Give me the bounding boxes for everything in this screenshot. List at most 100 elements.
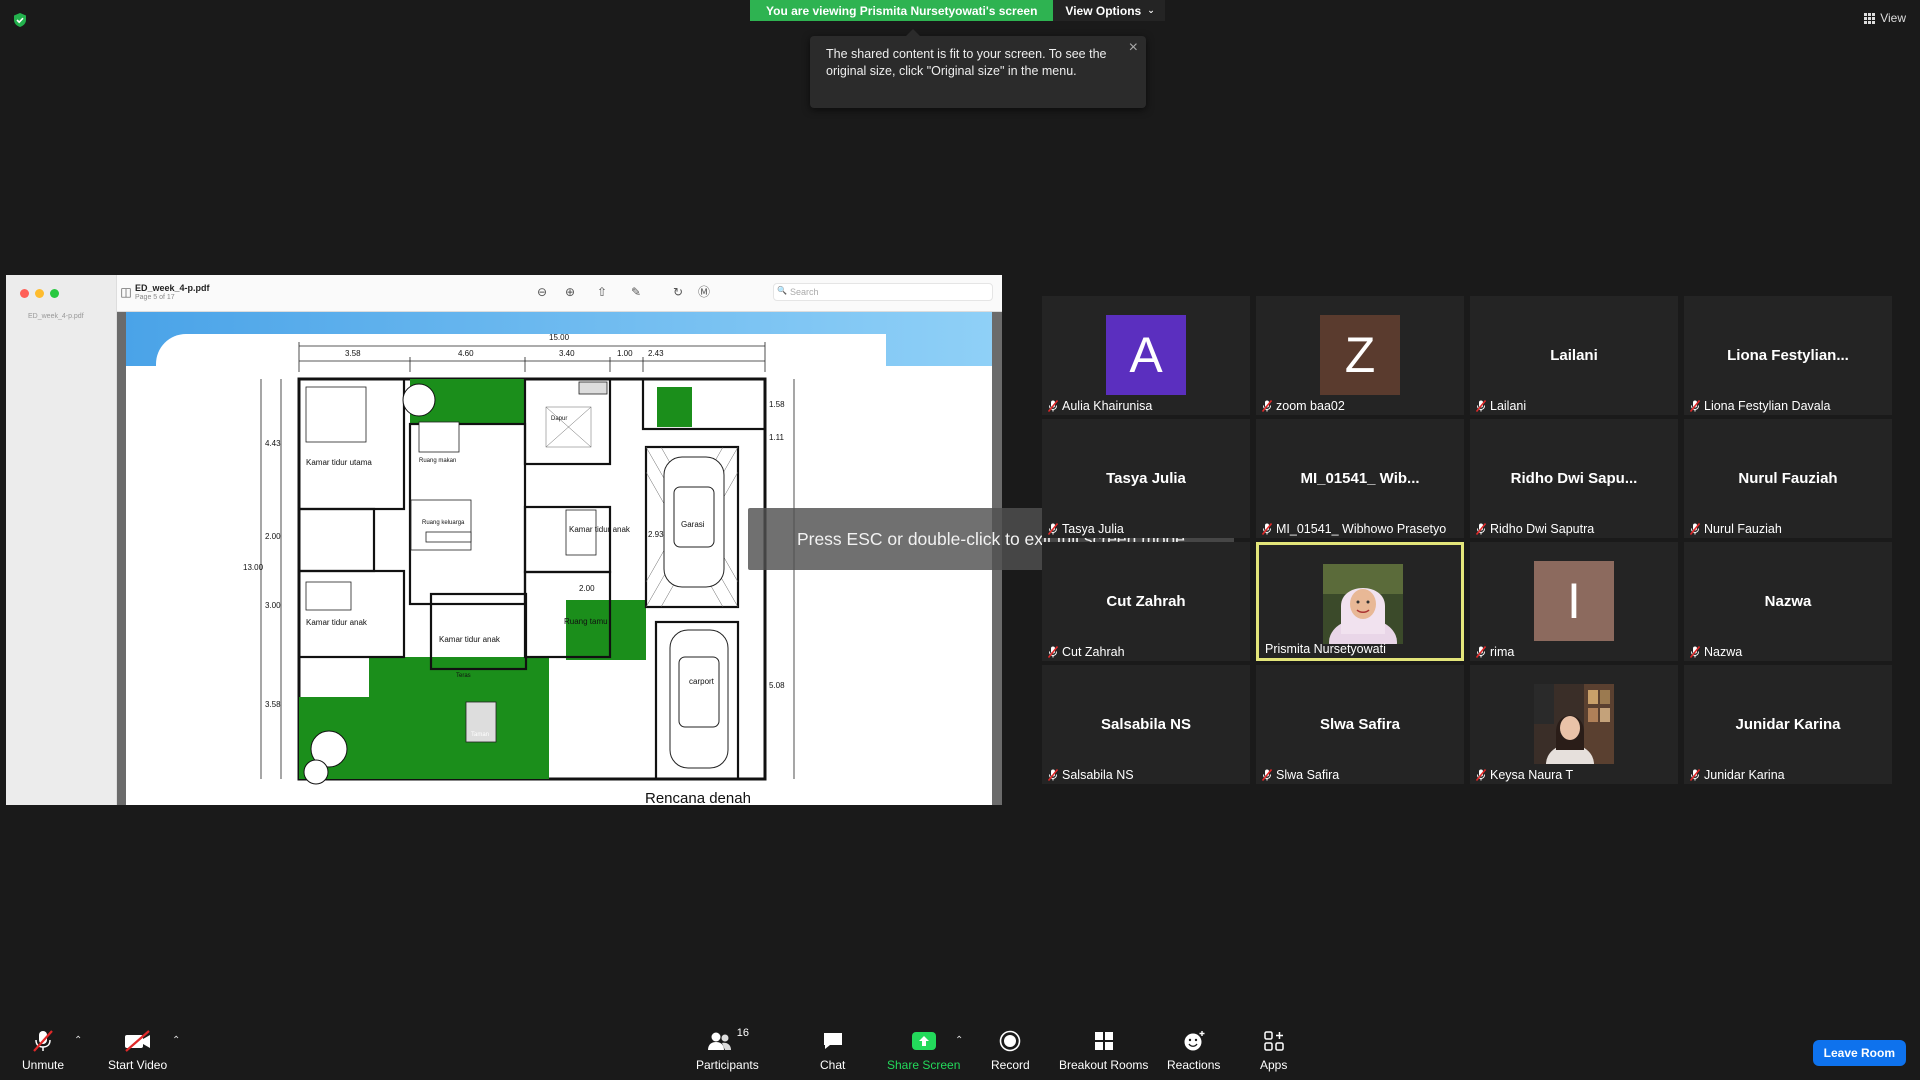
dim-left-3: 3.00 xyxy=(265,601,281,610)
room-label: Kamar tidur anak xyxy=(569,525,631,534)
pdf-sidebar: ED_week_4-p.pdf xyxy=(6,275,117,805)
participants-count: 16 xyxy=(736,1027,749,1039)
participant-tile[interactable]: Zzoom baa02 xyxy=(1256,296,1464,415)
participant-display-name: Tasya Julia xyxy=(1106,470,1186,487)
reactions-button[interactable]: Reactions xyxy=(1167,1027,1220,1072)
participant-name-label: MI_01541_ Wibhowo Prasetyo xyxy=(1262,522,1446,536)
participant-name: Aulia Khairunisa xyxy=(1062,399,1153,413)
microphone-muted-icon xyxy=(1048,646,1058,658)
security-shield-icon[interactable] xyxy=(12,12,28,28)
view-options-button[interactable]: View Options ⌄ xyxy=(1053,0,1165,21)
participant-tile[interactable]: Irima xyxy=(1470,542,1678,661)
participant-name: Liona Festylian Davala xyxy=(1704,399,1831,413)
participant-tile[interactable]: A Aulia Khairunisa xyxy=(1042,296,1250,415)
share-options-caret-icon[interactable]: ⌃ xyxy=(955,1035,963,1046)
zoom-window-dot[interactable] xyxy=(50,289,59,298)
close-window-dot[interactable] xyxy=(20,289,29,298)
dim-left-1: 4.43 xyxy=(265,439,281,448)
participant-tile[interactable]: Prismita Nursetyowati xyxy=(1256,542,1464,661)
view-button[interactable]: View xyxy=(1864,11,1906,25)
breakout-rooms-label: Breakout Rooms xyxy=(1059,1058,1149,1072)
record-button[interactable]: Record xyxy=(991,1027,1030,1072)
participant-name-label: Cut Zahrah xyxy=(1048,645,1125,659)
apps-label: Apps xyxy=(1260,1058,1288,1072)
participant-name-label: Junidar Karina xyxy=(1690,768,1785,782)
participant-name: Slwa Safira xyxy=(1276,768,1340,782)
dim-right-2: 1.11 xyxy=(769,433,785,442)
participant-tile[interactable]: Lailani Lailani xyxy=(1470,296,1678,415)
participant-name: MI_01541_ Wibhowo Prasetyo xyxy=(1276,522,1447,536)
participant-name-label: Ridho Dwi Saputra xyxy=(1476,522,1594,536)
start-video-button[interactable]: Start Video xyxy=(108,1027,167,1072)
microphone-muted-icon xyxy=(1048,400,1058,412)
leave-room-button[interactable]: Leave Room xyxy=(1812,1040,1906,1066)
breakout-rooms-icon xyxy=(1093,1027,1115,1055)
participant-name: zoom baa02 xyxy=(1276,399,1345,413)
share-screen-button[interactable]: Share Screen xyxy=(887,1027,960,1072)
participant-name: Tasya Julia xyxy=(1062,522,1124,536)
participant-tile[interactable]: Salsabila NS Salsabila NS xyxy=(1042,665,1250,784)
participant-display-name: Liona Festylian... xyxy=(1727,347,1849,364)
room-label: Garasi xyxy=(681,520,705,529)
participant-tile[interactable]: Keysa Naura T xyxy=(1470,665,1678,784)
dim-label: 2.00 xyxy=(579,584,595,593)
record-icon xyxy=(999,1027,1021,1055)
breakout-rooms-button[interactable]: Breakout Rooms xyxy=(1059,1027,1148,1072)
unmute-button[interactable]: Unmute xyxy=(22,1027,64,1072)
annotate-icon[interactable]: Ⓜ xyxy=(697,285,711,299)
room-label: Ruang makan xyxy=(419,458,456,464)
room-label: carport xyxy=(689,677,715,686)
start-video-label: Start Video xyxy=(108,1058,168,1072)
participant-name-label: zoom baa02 xyxy=(1262,399,1345,413)
participant-tile[interactable]: Cut Zahrah Cut Zahrah xyxy=(1042,542,1250,661)
sidebar-toggle-icon[interactable]: ◫ xyxy=(119,285,133,299)
video-options-caret-icon[interactable]: ⌃ xyxy=(172,1035,180,1046)
participant-tile[interactable]: MI_01541_ Wib... MI_01541_ Wibhowo Praset… xyxy=(1256,419,1464,538)
pdf-search-input[interactable]: Search xyxy=(773,283,993,301)
participant-display-name: Nazwa xyxy=(1764,593,1812,610)
participants-button[interactable]: 16 Participants xyxy=(696,1027,759,1072)
participant-display-name: Salsabila NS xyxy=(1100,716,1192,733)
dim-right-3: 5.08 xyxy=(769,681,785,690)
participant-display-name: Nurul Fauziah xyxy=(1738,470,1838,487)
window-controls xyxy=(20,289,59,298)
participant-tile[interactable]: Tasya Julia Tasya Julia xyxy=(1042,419,1250,538)
participants-icon: 16 xyxy=(706,1027,749,1055)
meeting-toolbar: Unmute ⌃ Start Video ⌃ 16 Participants C… xyxy=(0,1010,1920,1080)
pdf-filename: ED_week_4-p.pdf xyxy=(135,283,210,293)
microphone-muted-icon xyxy=(1476,523,1486,535)
participant-name-label: Salsabila NS xyxy=(1048,768,1134,782)
close-icon[interactable]: × xyxy=(1129,40,1138,56)
dim-top-5: 2.43 xyxy=(648,349,664,358)
participant-tile[interactable]: Ridho Dwi Sapu... Ridho Dwi Saputra xyxy=(1470,419,1678,538)
markup-pen-icon[interactable]: ✎ xyxy=(629,285,643,299)
microphone-muted-icon xyxy=(1476,769,1486,781)
viewing-screen-label: You are viewing Prismita Nursetyowati's … xyxy=(750,0,1054,21)
apps-button[interactable]: Apps xyxy=(1260,1027,1287,1072)
participant-tile[interactable]: Nurul Fauziah Nurul Fauziah xyxy=(1684,419,1892,538)
dim-label: 2.93 xyxy=(648,530,664,539)
chat-button[interactable]: Chat xyxy=(820,1027,845,1072)
chat-icon xyxy=(821,1027,845,1055)
participant-tile[interactable]: Junidar Karina Junidar Karina xyxy=(1684,665,1892,784)
avatar: A xyxy=(1106,315,1186,395)
share-icon[interactable]: ⇧ xyxy=(595,285,609,299)
room-label: Dapur xyxy=(551,416,567,422)
participant-gallery: A Aulia Khairunisa Zzoom baa02 Lailani Laila… xyxy=(1042,296,1892,786)
participant-tile[interactable]: Nazwa Nazwa xyxy=(1684,542,1892,661)
dim-left-4: 3.58 xyxy=(265,700,281,709)
participant-name: Cut Zahrah xyxy=(1062,645,1125,659)
minimize-window-dot[interactable] xyxy=(35,289,44,298)
participant-tile[interactable]: Liona Festylian... Liona Festylian Davala xyxy=(1684,296,1892,415)
reactions-label: Reactions xyxy=(1167,1058,1221,1072)
grid-view-icon xyxy=(1864,12,1876,24)
zoom-in-icon[interactable]: ⊕ xyxy=(563,285,577,299)
participant-tile[interactable]: Slwa Safira Slwa Safira xyxy=(1256,665,1464,784)
share-screen-label: Share Screen xyxy=(887,1058,961,1072)
audio-options-caret-icon[interactable]: ⌃ xyxy=(74,1035,82,1046)
rotate-icon[interactable]: ↻ xyxy=(671,285,685,299)
participant-name-label: Liona Festylian Davala xyxy=(1690,399,1830,413)
participant-name: Junidar Karina xyxy=(1704,768,1785,782)
participant-name: Keysa Naura T xyxy=(1490,768,1574,782)
zoom-out-icon[interactable]: ⊖ xyxy=(535,285,549,299)
